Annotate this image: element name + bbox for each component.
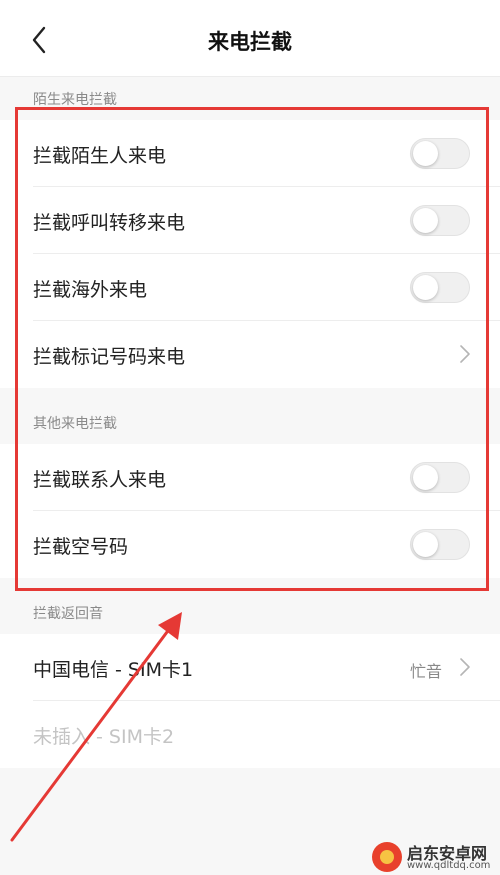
call-blocking-screen: 来电拦截 陌生来电拦截 拦截陌生人来电 拦截呼叫转移来电 拦截海外来电 拦截标记… [0,0,500,875]
toggle-block-strangers[interactable] [410,138,470,169]
toggle-block-overseas[interactable] [410,272,470,303]
chevron-right-icon [460,345,470,363]
watermark-logo-icon [372,842,402,872]
row-label: 未插入 - SIM卡2 [33,726,175,748]
row-label: 拦截陌生人来电 [33,145,167,167]
row-label: 拦截呼叫转移来电 [33,212,186,234]
row-block-strangers[interactable]: 拦截陌生人来电 [0,120,500,187]
section-label-other: 其他来电拦截 [33,416,117,432]
row-block-contacts[interactable]: 拦截联系人来电 [0,444,500,511]
row-sim2-return-tone: 未插入 - SIM卡2 [0,701,500,768]
watermark-url: www.qdltdq.com [407,860,491,871]
row-label: 拦截标记号码来电 [33,346,186,368]
top-nav-bar: 来电拦截 [0,0,500,77]
toggle-knob [413,275,438,300]
other-settings-panel: 拦截联系人来电 拦截空号码 [0,444,500,578]
toggle-knob [413,532,438,557]
section-label-stranger: 陌生来电拦截 [33,92,117,108]
row-block-forwarded[interactable]: 拦截呼叫转移来电 [0,187,500,254]
row-sim1-return-tone[interactable]: 中国电信 - SIM卡1 忙音 [0,634,500,701]
row-label: 拦截联系人来电 [33,469,167,491]
toggle-block-empty-numbers[interactable] [410,529,470,560]
page-title: 来电拦截 [208,30,292,54]
row-label: 拦截海外来电 [33,279,148,301]
watermark: 启东安卓网 www.qdltdq.com [372,838,500,875]
row-label: 中国电信 - SIM卡1 [33,659,194,681]
row-block-empty-numbers[interactable]: 拦截空号码 [0,511,500,578]
toggle-block-forwarded[interactable] [410,205,470,236]
toggle-knob [413,465,438,490]
chevron-right-icon [460,658,470,676]
return-tone-value: 忙音 [409,662,442,681]
section-label-return-tone: 拦截返回音 [33,606,103,622]
toggle-knob [413,141,438,166]
row-block-marked-numbers[interactable]: 拦截标记号码来电 [0,321,500,388]
stranger-settings-panel: 拦截陌生人来电 拦截呼叫转移来电 拦截海外来电 拦截标记号码来电 [0,120,500,388]
return-tone-panel: 中国电信 - SIM卡1 忙音 未插入 - SIM卡2 [0,634,500,768]
toggle-block-contacts[interactable] [410,462,470,493]
toggle-knob [413,208,438,233]
row-block-overseas[interactable]: 拦截海外来电 [0,254,500,321]
row-label: 拦截空号码 [33,536,129,558]
